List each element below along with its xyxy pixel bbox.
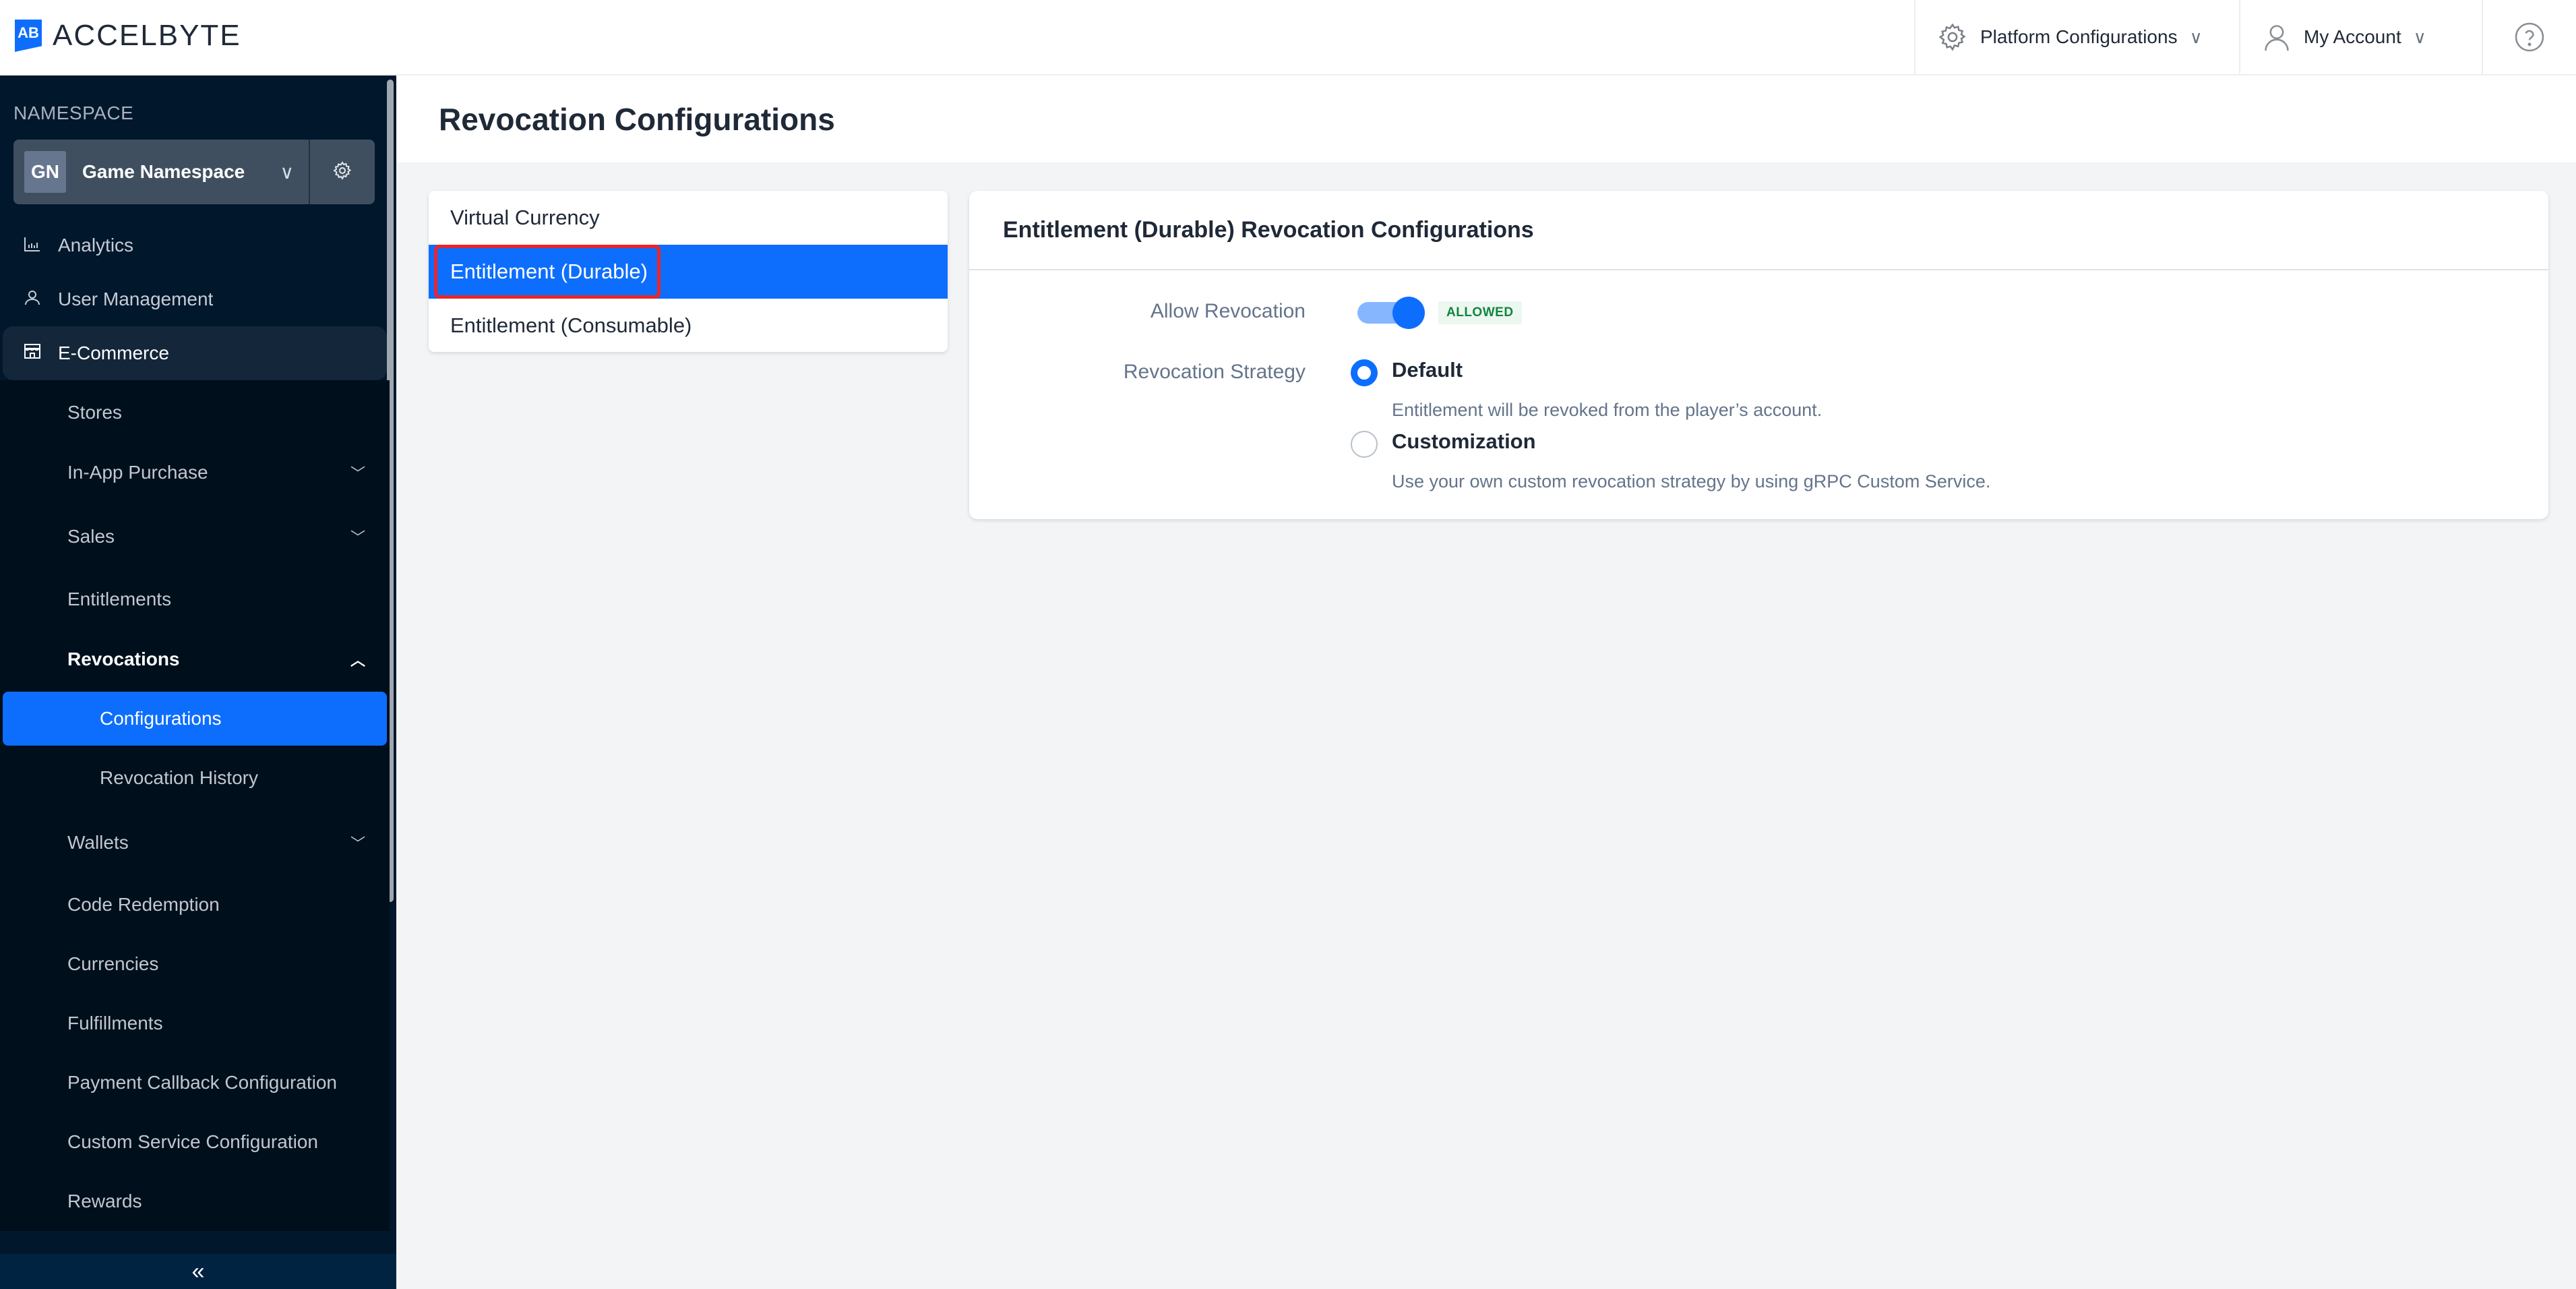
sidebar-item-rewards[interactable]: Rewards [0,1172,390,1231]
sidebar-item-sales[interactable]: Sales ﹀ [0,504,390,569]
sidebar-item-entitlements[interactable]: Entitlements [0,569,390,630]
sidebar-item-label: Sales [67,526,115,547]
platform-configurations-label: Platform Configurations [1980,26,2178,47]
namespace-settings-button[interactable] [310,140,375,204]
strategy-customization-description: Use your own custom revocation strategy … [1392,471,1991,491]
sidebar-item-label: Stores [67,402,122,423]
sidebar-item-label: Analytics [58,235,134,256]
chevron-down-icon: ﹀ [350,465,365,482]
brand-name: ACCELBYTE [53,19,241,52]
config-panel-title: Entitlement (Durable) Revocation Configu… [969,191,2548,270]
allow-revocation-toggle[interactable] [1357,297,1425,329]
sidebar-item-fulfillments[interactable]: Fulfillments [0,994,390,1053]
list-item-label: Virtual Currency [450,206,600,229]
user-icon [24,289,40,310]
config-type-entitlement-consumable[interactable]: Entitlement (Consumable) [429,299,948,352]
gear-icon [1937,22,1968,53]
sidebar-item-analytics[interactable]: Analytics [0,218,390,272]
sidebar-item-label: Rewards [67,1191,142,1211]
help-button[interactable] [2482,0,2576,74]
double-chevron-left-icon: « [191,1258,205,1284]
chart-icon [24,235,40,256]
user-icon [2262,22,2292,53]
sidebar-item-code-redemption[interactable]: Code Redemption [0,875,390,934]
strategy-default-description: Entitlement will be revoked from the pla… [1392,400,1822,420]
chevron-down-icon: ∨ [2189,26,2203,47]
sidebar-item-label: Revocation History [100,767,258,788]
sidebar-item-stores[interactable]: Stores [0,384,390,441]
list-item-label: Entitlement (Consumable) [450,313,692,337]
strategy-default-title: Default [1392,358,1463,382]
config-type-virtual-currency[interactable]: Virtual Currency [429,191,948,245]
sidebar-item-revocation-history[interactable]: Revocation History [0,746,390,810]
sidebar-item-label: Revocations [67,649,180,669]
collapse-sidebar-button[interactable]: « [0,1254,396,1289]
chevron-down-icon: ∨ [2413,26,2426,47]
sidebar-nav: Analytics User Management E-Commerce Sto… [0,218,390,1231]
namespace-switcher: GN Game Namespace ∨ [13,140,375,204]
chevron-down-icon: ﹀ [350,529,365,546]
list-item-label: Entitlement (Durable) [450,260,648,283]
gear-icon [332,160,352,184]
chevron-down-icon: ∨ [280,161,295,183]
strategy-customization-radio[interactable] [1351,431,1378,458]
namespace-label: NAMESPACE [13,102,134,123]
sidebar-item-custom-service-configuration[interactable]: Custom Service Configuration [0,1112,390,1172]
sidebar-item-label: In-App Purchase [67,462,208,483]
sidebar-item-label: E-Commerce [58,342,169,363]
sidebar-item-label: Entitlements [67,589,172,609]
page-title: Revocation Configurations [439,102,835,137]
sidebar-item-label: Code Redemption [67,894,220,915]
sidebar-item-configurations[interactable]: Configurations [3,692,387,746]
sidebar-item-revocations[interactable]: Revocations ︿ [0,630,390,689]
sidebar-item-in-app-purchase[interactable]: In-App Purchase ﹀ [0,441,390,504]
sidebar-item-payment-callback-configuration[interactable]: Payment Callback Configuration [0,1053,390,1112]
allowed-status-badge: ALLOWED [1438,301,1522,324]
sidebar-item-label: Payment Callback Configuration [67,1072,337,1093]
e-commerce-submenu: Stores In-App Purchase ﹀ Sales ﹀ Entitle… [0,380,390,1231]
strategy-default-radio[interactable] [1351,359,1378,386]
platform-configurations-menu[interactable]: Platform Configurations ∨ [1914,0,2239,74]
help-icon [2513,21,2546,53]
toggle-knob [1392,297,1425,329]
sidebar-item-label: Fulfillments [67,1013,163,1033]
accelbyte-logo[interactable]: AB ACCELBYTE [15,19,241,53]
my-account-menu[interactable]: My Account ∨ [2239,0,2482,74]
my-account-label: My Account [2304,26,2401,47]
namespace-avatar: GN [24,151,66,193]
sidebar-item-label: Currencies [67,953,159,974]
sidebar-item-label: Wallets [67,832,129,853]
namespace-select[interactable]: GN Game Namespace ∨ [13,140,310,204]
logo-mark-icon: AB [15,20,42,52]
revocation-config-panel: Entitlement (Durable) Revocation Configu… [969,191,2548,519]
revocation-strategy-label: Revocation Strategy [1123,361,1306,383]
sidebar-item-label: Custom Service Configuration [67,1131,318,1152]
config-type-entitlement-durable[interactable]: Entitlement (Durable) [429,245,948,299]
top-header: AB ACCELBYTE Platform Configurations ∨ M… [0,0,2576,76]
page-title-bar: Revocation Configurations [396,76,2576,162]
sidebar-item-wallets[interactable]: Wallets ﹀ [0,810,390,875]
sidebar-item-label: Configurations [100,708,222,729]
allow-revocation-label: Allow Revocation [1150,300,1306,322]
namespace-name: Game Namespace [82,161,245,182]
config-type-list: Virtual Currency Entitlement (Durable) E… [429,191,948,352]
sidebar-item-label: User Management [58,289,214,309]
sidebar-item-e-commerce[interactable]: E-Commerce [3,326,387,380]
chevron-up-icon: ︿ [350,652,365,669]
sidebar-item-user-management[interactable]: User Management [0,272,390,326]
strategy-customization-title: Customization [1392,429,1536,453]
sidebar: NAMESPACE GN Game Namespace ∨ Analytics … [0,76,396,1289]
store-icon [24,342,40,364]
chevron-down-icon: ﹀ [350,835,365,852]
sidebar-item-currencies[interactable]: Currencies [0,934,390,994]
